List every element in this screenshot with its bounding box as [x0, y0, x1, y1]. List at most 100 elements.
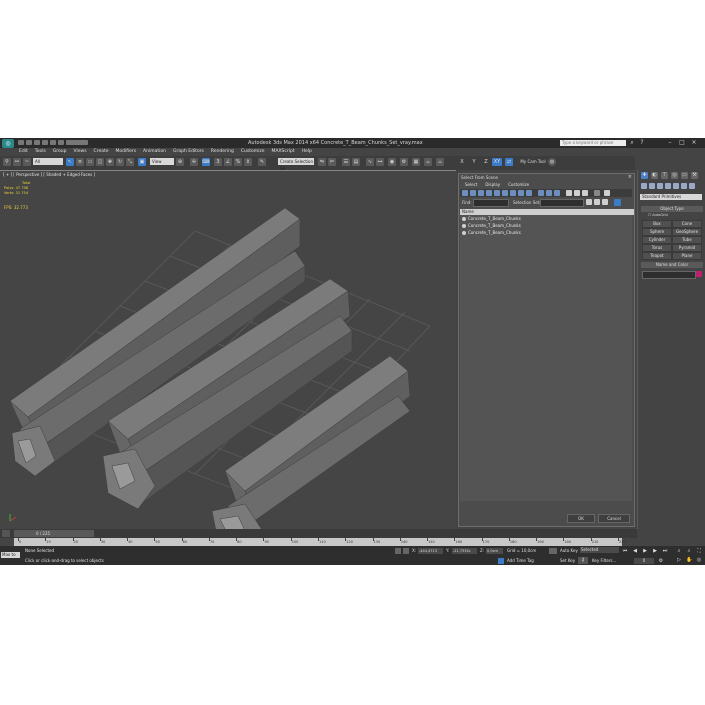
- filter-spacewarps-icon[interactable]: [502, 190, 508, 196]
- torus-button[interactable]: Torus: [642, 244, 672, 252]
- redo-icon[interactable]: [50, 140, 56, 145]
- delete-selection-icon[interactable]: [602, 199, 608, 205]
- close-icon[interactable]: ×: [628, 174, 632, 180]
- maxscript-listener[interactable]: Max to: [1, 552, 20, 558]
- current-frame-field[interactable]: 0: [634, 558, 654, 564]
- list-item[interactable]: Concrete_T_Beam_Chunks: [460, 223, 632, 229]
- time-slider[interactable]: 0 / 225: [14, 530, 94, 537]
- help-icon[interactable]: ?: [638, 139, 646, 146]
- select-arrow-icon[interactable]: ↖: [66, 158, 74, 166]
- filter-groups-icon[interactable]: [510, 190, 516, 196]
- hierarchy-icon[interactable]: [614, 199, 621, 206]
- ref-coord-dropdown[interactable]: View: [150, 158, 174, 165]
- selection-set-dropdown[interactable]: [540, 199, 584, 207]
- save-selection-icon[interactable]: [586, 199, 592, 205]
- material-editor-icon[interactable]: ◉: [388, 158, 396, 166]
- settings-icon[interactable]: [604, 190, 610, 196]
- manipulate-icon[interactable]: ✢: [190, 158, 198, 166]
- time-config-icon[interactable]: ⚙: [658, 558, 664, 564]
- play-icon[interactable]: ▶: [642, 548, 648, 554]
- pyramid-button[interactable]: Pyramid: [672, 244, 702, 252]
- select-place-icon[interactable]: ▣: [138, 158, 146, 166]
- helpers-category-icon[interactable]: [673, 183, 679, 189]
- zoom-icon[interactable]: ⌕: [676, 548, 682, 554]
- ok-button[interactable]: OK: [567, 514, 595, 523]
- open-file-icon[interactable]: [26, 140, 32, 145]
- list-item[interactable]: Concrete_T_Beam_Chunks: [460, 216, 632, 222]
- snaps-toggle-icon[interactable]: 3: [214, 158, 222, 166]
- viewport-label[interactable]: [ + ] [ Perspective ] [ Shaded + Edged F…: [3, 172, 95, 177]
- axis-constraint-icon[interactable]: ⇄: [505, 158, 513, 166]
- render-iterative-icon[interactable]: ☕: [436, 158, 444, 166]
- primitive-type-dropdown[interactable]: Standard Primitives: [640, 194, 702, 200]
- object-type-rollout[interactable]: Object Type: [641, 206, 703, 212]
- column-header-name[interactable]: Name: [460, 209, 634, 215]
- z-coordinate-field[interactable]: 0,0cm: [486, 548, 503, 554]
- previous-frame-icon[interactable]: ◀: [632, 548, 638, 554]
- cameras-category-icon[interactable]: [665, 183, 671, 189]
- render-setup-icon[interactable]: ⚙: [400, 158, 408, 166]
- curve-editor-icon[interactable]: ∿: [366, 158, 374, 166]
- filter-lights-icon[interactable]: [478, 190, 484, 196]
- orbit-icon[interactable]: ◎: [696, 557, 702, 563]
- zoom-all-icon[interactable]: ⌕: [686, 548, 692, 554]
- percent-snap-icon[interactable]: %: [234, 158, 242, 166]
- named-selection-dropdown[interactable]: Create Selection Se: [278, 158, 314, 171]
- track-bar[interactable]: 0 10 20 30 40 50 60 70 80 90 100 110 120 130 140 150 160…: [14, 538, 626, 546]
- box-button[interactable]: Box: [642, 220, 672, 228]
- mini-curve-editor-icon[interactable]: [2, 530, 10, 537]
- display-tab-icon[interactable]: ▭: [681, 172, 688, 179]
- filter-cameras-icon[interactable]: [486, 190, 492, 196]
- filter-shapes-icon[interactable]: [470, 190, 476, 196]
- name-color-rollout[interactable]: Name and Color: [641, 262, 703, 268]
- filter-geometry-icon[interactable]: [462, 190, 468, 196]
- menu-help[interactable]: Help: [302, 148, 312, 156]
- menu-edit[interactable]: Edit: [19, 148, 28, 156]
- time-tag-icon[interactable]: [498, 558, 504, 564]
- object-color-swatch[interactable]: [696, 271, 702, 277]
- schematic-view-icon[interactable]: ⊶: [376, 158, 384, 166]
- axis-y-button[interactable]: Y: [470, 158, 478, 166]
- axis-z-button[interactable]: Z: [482, 158, 490, 166]
- rendered-frame-icon[interactable]: ▦: [412, 158, 420, 166]
- menu-animation[interactable]: Animation: [143, 148, 166, 156]
- filter-helpers-icon[interactable]: [494, 190, 500, 196]
- set-key-button[interactable]: Set Key: [560, 558, 575, 563]
- absolute-mode-icon[interactable]: [403, 548, 409, 554]
- dialog-menu-display[interactable]: Display: [485, 182, 500, 188]
- sync-selection-icon[interactable]: [594, 190, 600, 196]
- x-coordinate-field[interactable]: -444,4713: [418, 548, 443, 554]
- systems-category-icon[interactable]: [689, 183, 695, 189]
- menu-create[interactable]: Create: [94, 148, 109, 156]
- auto-key-button[interactable]: Auto Key: [560, 548, 578, 553]
- minimize-icon[interactable]: –: [666, 139, 674, 146]
- spacewarps-category-icon[interactable]: [681, 183, 687, 189]
- key-selection-dropdown[interactable]: Selected: [580, 547, 619, 553]
- move-icon[interactable]: ✥: [106, 158, 114, 166]
- next-frame-icon[interactable]: ▶: [652, 548, 658, 554]
- menu-customize[interactable]: Customize: [241, 148, 265, 156]
- load-selection-icon[interactable]: [594, 199, 600, 205]
- maximize-icon[interactable]: □: [678, 139, 686, 146]
- camera-sphere-icon[interactable]: ◍: [548, 158, 556, 166]
- menu-views[interactable]: Views: [74, 148, 87, 156]
- app-logo-icon[interactable]: ◎: [2, 139, 14, 148]
- filter-xrefs-icon[interactable]: [518, 190, 524, 196]
- graphite-ribbon-icon[interactable]: ▤: [352, 158, 360, 166]
- geometry-category-icon[interactable]: [641, 183, 647, 189]
- display-invert-icon[interactable]: [554, 190, 560, 196]
- go-to-start-icon[interactable]: ⏮: [622, 548, 628, 554]
- cylinder-button[interactable]: Cylinder: [642, 236, 672, 244]
- close-icon[interactable]: ×: [690, 139, 698, 146]
- select-none-icon[interactable]: [574, 190, 580, 196]
- workspace-dropdown[interactable]: [66, 140, 88, 145]
- new-file-icon[interactable]: [18, 140, 24, 145]
- lock-selection-icon[interactable]: [395, 548, 401, 554]
- add-time-tag-button[interactable]: Add Time Tag: [507, 558, 534, 563]
- select-invert-icon[interactable]: [582, 190, 588, 196]
- edit-named-sel-icon[interactable]: ✎: [258, 158, 266, 166]
- display-none-icon[interactable]: [546, 190, 552, 196]
- teapot-render-icon[interactable]: ☕: [424, 158, 432, 166]
- perspective-viewport[interactable]: [ + ] [ Perspective ] [ Shaded + Edged F…: [0, 170, 456, 530]
- dialog-menu-select[interactable]: Select: [465, 182, 477, 188]
